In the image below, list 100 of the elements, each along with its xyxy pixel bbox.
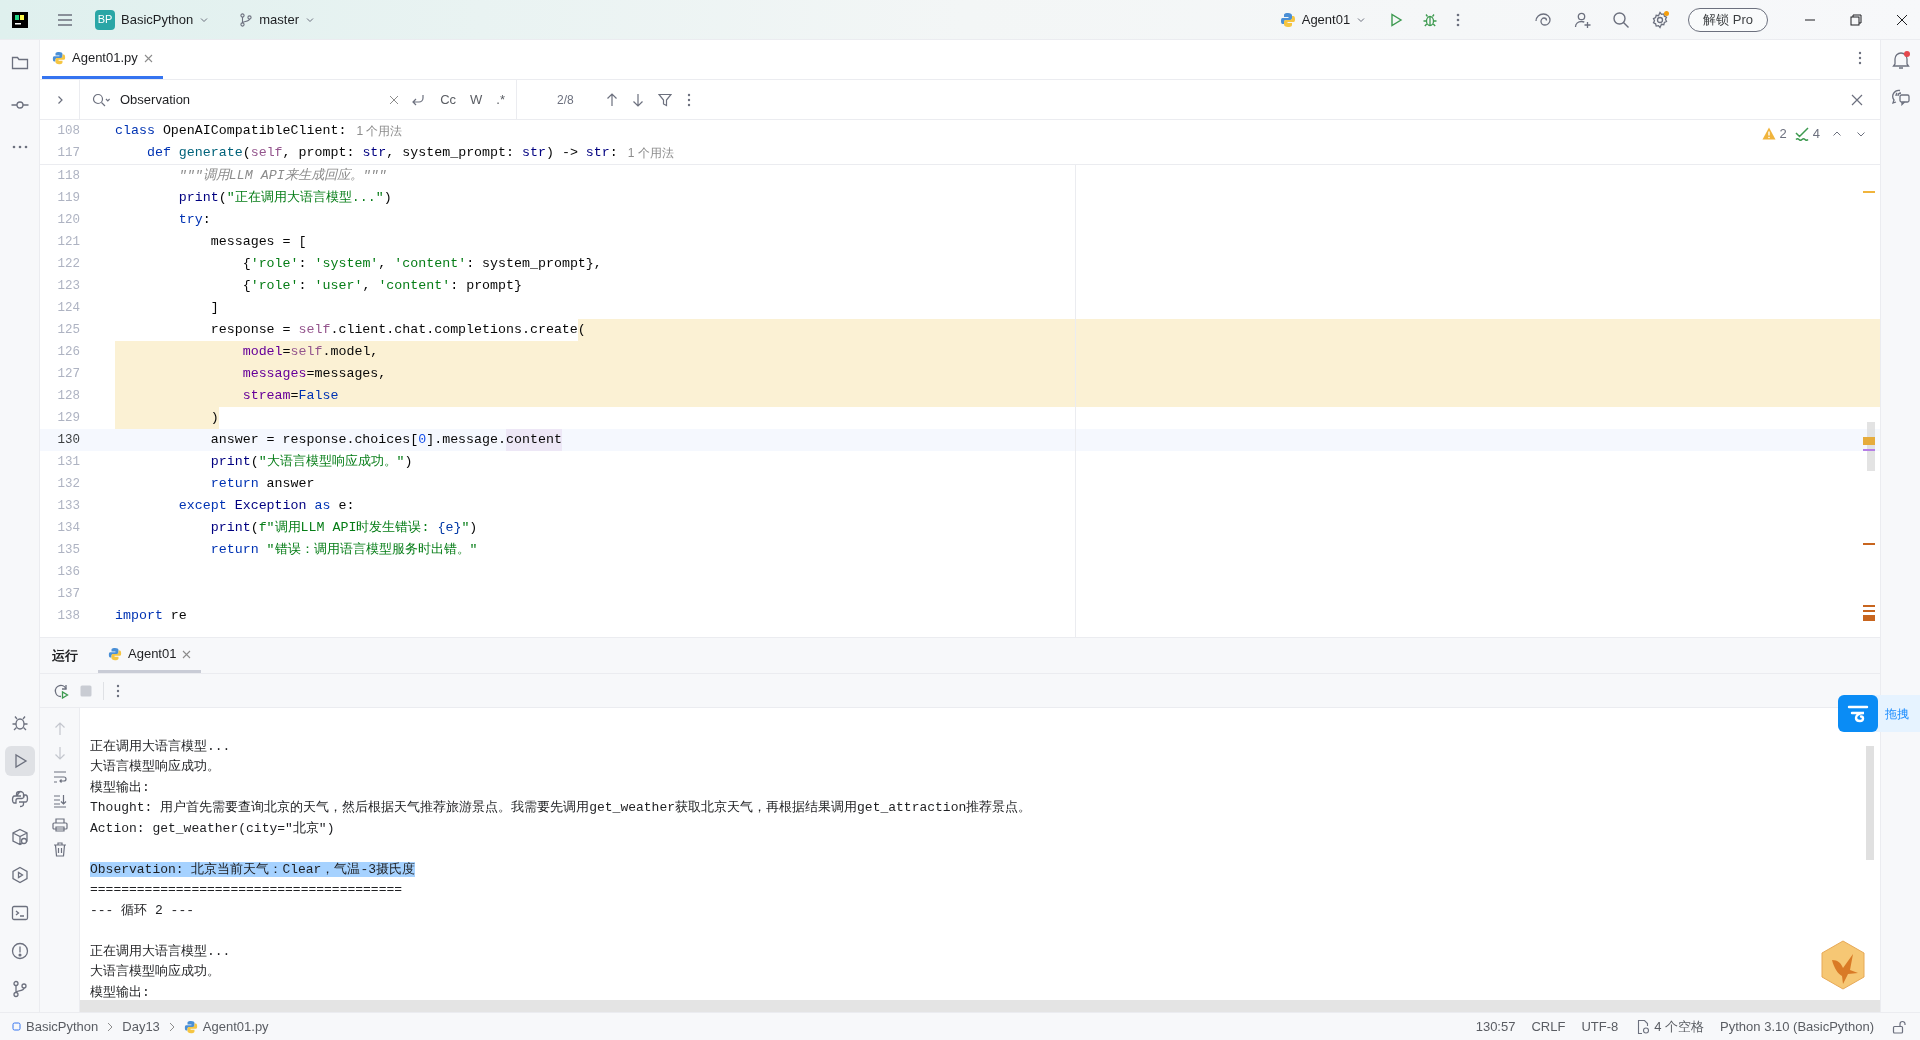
newline-icon[interactable] — [411, 92, 426, 107]
scrollbar-thumb[interactable] — [1866, 746, 1874, 860]
scroll-marker — [1863, 615, 1875, 621]
add-user-icon[interactable] — [1574, 10, 1593, 29]
close-tab-icon[interactable] — [143, 53, 153, 63]
filter-icon[interactable] — [657, 92, 672, 107]
line-number: 138 — [56, 607, 80, 625]
close-tab-icon[interactable] — [182, 649, 192, 659]
line-number: 108 — [56, 122, 80, 140]
notification-bell-icon[interactable] — [1890, 50, 1911, 70]
file-encoding[interactable]: UTF-8 — [1581, 1016, 1619, 1037]
usage-hint[interactable]: 1 个用法 — [627, 144, 674, 162]
code-line: """调用LLM API来生成回应。""" — [177, 167, 387, 185]
console-line: 大语言模型响应成功。 — [90, 759, 220, 774]
run-icon[interactable] — [1388, 11, 1405, 28]
bug-icon — [10, 714, 29, 732]
line-number: 130 — [56, 431, 80, 449]
line-number: 118 — [56, 167, 80, 185]
line-number: 125 — [56, 321, 80, 339]
interpreter-setting[interactable]: Python 3.10 (BasicPython) — [1720, 1016, 1874, 1037]
more-icon[interactable] — [1456, 12, 1461, 27]
bug-icon[interactable] — [1422, 11, 1439, 28]
close-icon[interactable] — [1896, 13, 1908, 26]
scroll-marker — [1863, 610, 1875, 612]
unlock-pro-button[interactable]: 解锁 Pro — [1688, 7, 1768, 32]
code-line: try: — [177, 211, 211, 229]
breadcrumb[interactable]: BasicPython — [12, 1016, 99, 1037]
line-number: 132 — [56, 475, 80, 493]
scroll-marker — [1863, 191, 1875, 193]
chevron-icon — [167, 1021, 176, 1032]
console-line: Thought: 用户首先需要查询北京的天气，然后根据天气推荐旅游景点。我需要先调用get_weather获取北京天气，再根据结果调用get_attraction推荐景点。 — [90, 800, 1032, 815]
usage-hint[interactable]: 1 个用法 — [356, 122, 403, 140]
search-option-toggle[interactable]: Cc — [437, 89, 460, 110]
more-icon[interactable] — [686, 92, 691, 107]
terminal-icon — [10, 904, 29, 922]
next-match-icon[interactable] — [631, 92, 644, 107]
console-line: Action: get_weather(city="北京") — [90, 820, 335, 836]
code-line: except Exception as e: — [177, 497, 355, 515]
scroll-to-end-icon[interactable] — [52, 794, 67, 808]
line-separator[interactable]: CRLF — [1531, 1016, 1566, 1037]
caret-position[interactable]: 130:57 — [1475, 1016, 1516, 1037]
breadcrumb[interactable]: Agent01.py — [183, 1016, 269, 1037]
scroll-marker — [1863, 437, 1875, 445]
print-icon[interactable] — [51, 818, 68, 832]
line-number: 123 — [56, 277, 80, 295]
console-line: 模型输出: — [90, 984, 150, 1000]
console-line: --- 循环 2 --- — [90, 902, 194, 918]
file-tab[interactable]: Agent01.py — [42, 40, 163, 79]
project-selector[interactable]: BP BasicPython — [91, 7, 214, 32]
branch-selector[interactable]: master — [239, 9, 315, 30]
scroll-marker — [1863, 449, 1875, 451]
code-line: messages=messages, — [241, 365, 387, 383]
line-number: 119 — [56, 189, 80, 207]
code-line: return "错误：调用语言模型服务时出错。" — [209, 541, 478, 559]
python-icon — [10, 790, 29, 808]
match-count: 2/8 — [557, 91, 574, 109]
rerun-icon[interactable] — [53, 682, 69, 699]
previous-match-icon[interactable] — [605, 92, 618, 107]
console-line: 正在调用大语言模型... — [90, 943, 231, 959]
run-config-selector[interactable]: Agent01 — [1279, 9, 1367, 30]
restore-icon[interactable] — [1850, 13, 1862, 26]
line-number: 122 — [56, 255, 80, 273]
python-icon — [108, 647, 122, 661]
clear-icon[interactable] — [389, 94, 400, 105]
settings-icon[interactable] — [1650, 9, 1671, 30]
code-line: class OpenAICompatibleClient: — [115, 122, 347, 140]
panel-title: 运行 — [52, 646, 78, 665]
tab-label: Agent01.py — [72, 49, 138, 68]
folder-icon — [10, 54, 29, 72]
bird-icon[interactable] — [1820, 940, 1866, 990]
line-number: 127 — [56, 365, 80, 383]
search-option-toggle[interactable]: .* — [493, 89, 508, 110]
typo-count: 4 — [1812, 125, 1820, 143]
run-tool-button[interactable] — [4, 746, 35, 776]
indent-setting[interactable]: 4 个空格 — [1654, 1016, 1705, 1037]
menu-icon[interactable] — [57, 12, 73, 27]
search-field[interactable]: Observation Cc W .* — [80, 80, 517, 119]
branch-icon — [239, 12, 254, 27]
check-icon[interactable] — [1794, 126, 1809, 141]
breadcrumb[interactable]: Day13 — [122, 1016, 160, 1037]
hexagon-play-icon — [10, 866, 29, 884]
search-icon[interactable] — [1612, 10, 1631, 29]
soft-wrap-icon[interactable] — [52, 770, 67, 784]
chat-icon[interactable] — [1890, 88, 1911, 106]
file-settings-icon — [1636, 1018, 1651, 1035]
more-icon[interactable] — [1858, 51, 1862, 65]
more-icon[interactable] — [116, 683, 120, 698]
console-line: 正在调用大语言模型... — [90, 738, 231, 754]
search-icon — [92, 92, 110, 107]
package-icon — [10, 828, 29, 846]
search-option-toggle[interactable]: W — [467, 89, 486, 110]
trash-icon[interactable] — [52, 842, 67, 857]
code-line: answer = response.choices[0].message.content — [115, 429, 562, 451]
spiral-icon[interactable] — [1534, 11, 1553, 28]
line-number: 120 — [56, 211, 80, 229]
horizontal-scrollbar[interactable] — [80, 1000, 1880, 1012]
line-number: 134 — [56, 519, 80, 537]
line-number: 121 — [56, 233, 80, 251]
line-number: 136 — [56, 563, 80, 581]
lock-icon[interactable] — [1892, 1019, 1906, 1034]
